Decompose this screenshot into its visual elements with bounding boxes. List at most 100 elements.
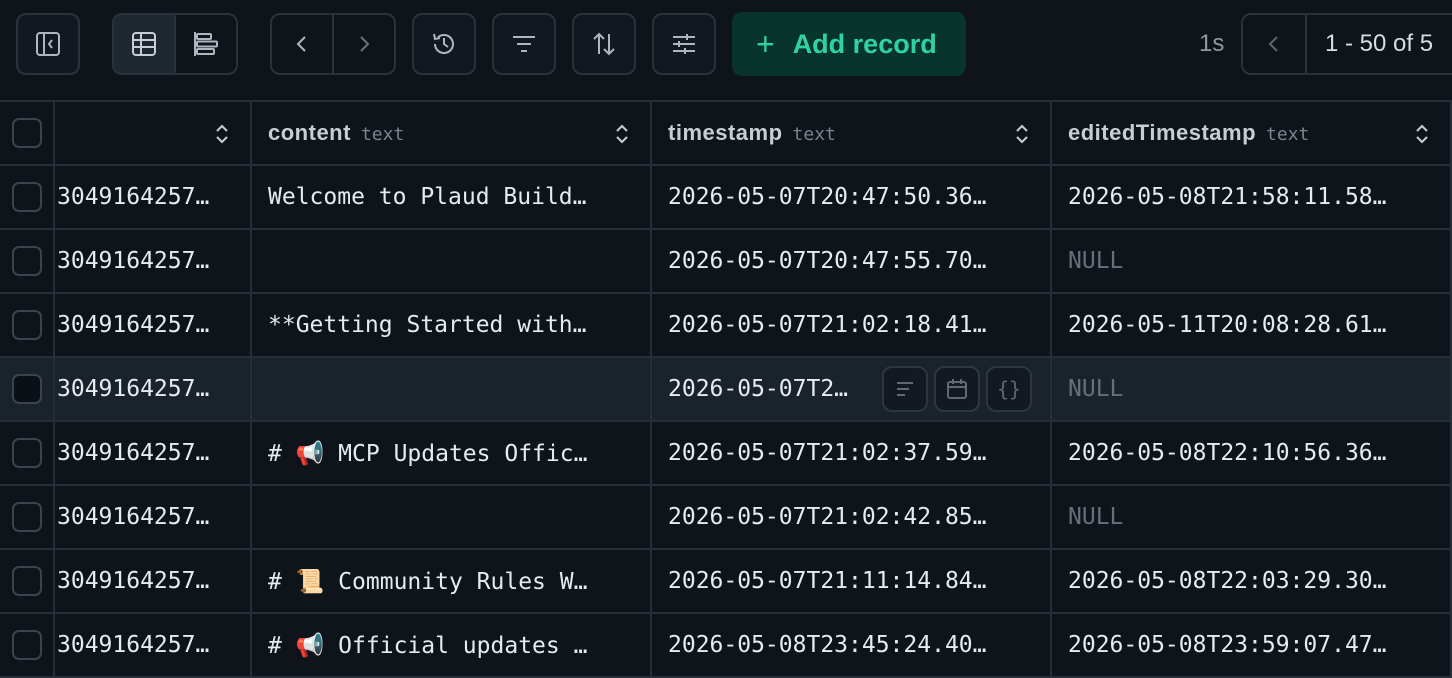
timestamp-cell[interactable]: 2026-05-08T23:45:24.40… (652, 614, 1052, 676)
timestamp-cell[interactable]: 2026-05-07T21:11:14.84… (652, 550, 1052, 612)
id-value: 3049164257… (57, 504, 210, 530)
list-view-button[interactable] (174, 15, 236, 73)
row-checkbox[interactable] (11, 566, 42, 596)
id-cell[interactable]: 3049164257… (55, 486, 252, 548)
edited-timestamp-cell[interactable]: NULL (1052, 230, 1452, 292)
history-nav (270, 13, 396, 75)
row-checkbox[interactable] (11, 502, 42, 532)
edited-timestamp-cell[interactable]: 2026-05-08T22:03:29.30… (1052, 550, 1452, 612)
id-cell[interactable]: 3049164257… (55, 422, 252, 484)
columns-settings-button[interactable] (652, 13, 716, 75)
edited-timestamp-cell[interactable]: 2026-05-08T22:10:56.36… (1052, 422, 1452, 484)
row-checkbox[interactable] (11, 310, 42, 340)
timestamp-cell[interactable]: 2026-05-07T2… {} (652, 358, 1052, 420)
row-select-cell (0, 614, 55, 676)
timestamp-cell[interactable]: 2026-05-07T20:47:50.36… (652, 166, 1052, 228)
timestamp-cell[interactable]: 2026-05-07T21:02:37.59… (652, 422, 1052, 484)
table-row[interactable]: 3049164257… **Getting Started with… 2026… (0, 294, 1452, 358)
timestamp-value: 2026-05-07T21:02:42.85… (668, 504, 987, 530)
forward-button[interactable] (332, 15, 394, 73)
table-row[interactable]: 3049164257… # 📢 MCP Updates Offic… 2026-… (0, 422, 1452, 486)
id-cell[interactable]: 3049164257… (55, 358, 252, 420)
edited-timestamp-cell[interactable]: 2026-05-08T23:59:07.47… (1052, 614, 1452, 676)
timestamp-value: 2026-05-07T21:11:14.84… (668, 568, 987, 594)
timestamp-cell[interactable]: 2026-05-07T21:02:42.85… (652, 486, 1052, 548)
id-cell[interactable]: 3049164257… (55, 550, 252, 612)
row-select-cell (0, 166, 55, 228)
content-cell[interactable] (252, 230, 652, 292)
id-cell[interactable]: 3049164257… (55, 294, 252, 356)
pagination: 1 - 50 of 5 (1241, 13, 1452, 75)
id-value: 3049164257… (57, 312, 210, 338)
column-header-id[interactable] (55, 102, 252, 164)
row-checkbox[interactable] (11, 630, 42, 660)
sliders-icon (673, 34, 695, 54)
id-cell[interactable]: 3049164257… (55, 230, 252, 292)
table-row[interactable]: 3049164257… # 📢 Official updates … 2026-… (0, 614, 1452, 678)
sort-toggle-icon[interactable] (614, 122, 630, 146)
row-checkbox[interactable] (11, 182, 42, 212)
edited-timestamp-cell[interactable]: NULL (1052, 358, 1452, 420)
back-button[interactable] (272, 15, 332, 73)
page-range[interactable]: 1 - 50 of 5 (1307, 15, 1433, 73)
table-row[interactable]: 3049164257… 2026-05-07T20:47:55.70… NULL (0, 230, 1452, 294)
prev-page-button[interactable] (1243, 15, 1307, 73)
column-header-editedTimestamp[interactable]: editedTimestamp text (1052, 102, 1452, 164)
edited-timestamp-cell[interactable]: 2026-05-11T20:08:28.61… (1052, 294, 1452, 356)
edited-timestamp-cell[interactable]: NULL (1052, 486, 1452, 548)
filter-button[interactable] (492, 13, 556, 75)
history-icon (433, 33, 454, 54)
row-select-cell (0, 294, 55, 356)
history-button[interactable] (412, 13, 476, 75)
sort-toggle-icon[interactable] (1014, 122, 1030, 146)
row-checkbox[interactable] (11, 374, 42, 404)
grid-view-button[interactable] (114, 15, 174, 73)
timestamp-cell[interactable]: 2026-05-07T21:02:18.41… (652, 294, 1052, 356)
table-header: content text timestamp text editedTimestam… (0, 100, 1452, 166)
view-toggle (112, 13, 238, 75)
column-type: text (792, 124, 836, 145)
edited-timestamp-value: 2026-05-11T20:08:28.61… (1068, 312, 1387, 338)
edited-timestamp-cell[interactable]: 2026-05-08T21:58:11.58… (1052, 166, 1452, 228)
content-cell[interactable]: **Getting Started with… (252, 294, 652, 356)
table-row[interactable]: 3049164257… # 📜 Community Rules W… 2026-… (0, 550, 1452, 614)
content-cell[interactable]: # 📢 Official updates … (252, 614, 652, 676)
content-cell[interactable]: # 📢 MCP Updates Offic… (252, 422, 652, 484)
table-row-hovered[interactable]: 3049164257… 2026-05-07T2… {} NULL (0, 358, 1452, 422)
id-value: 3049164257… (57, 376, 210, 402)
json-editor-button[interactable]: {} (986, 366, 1032, 412)
row-select-cell (0, 230, 55, 292)
toggle-sidebar-button[interactable] (16, 13, 80, 75)
content-value: **Getting Started with… (268, 312, 587, 338)
content-cell[interactable] (252, 486, 652, 548)
content-cell[interactable]: Welcome to Plaud Build… (252, 166, 652, 228)
table-row[interactable]: 3049164257… Welcome to Plaud Build… 2026… (0, 166, 1452, 230)
id-cell[interactable]: 3049164257… (55, 614, 252, 676)
row-checkbox[interactable] (11, 246, 42, 276)
id-cell[interactable]: 3049164257… (55, 166, 252, 228)
content-cell[interactable] (252, 358, 652, 420)
add-record-label: Add record (792, 28, 937, 59)
select-all-checkbox[interactable] (11, 118, 42, 148)
add-record-button[interactable]: + Add record (732, 12, 966, 76)
edited-timestamp-value: NULL (1068, 248, 1124, 274)
column-name: editedTimestamp (1068, 120, 1257, 145)
timestamp-value: 2026-05-07T20:47:55.70… (668, 248, 987, 274)
timestamp-cell[interactable]: 2026-05-07T20:47:55.70… (652, 230, 1052, 292)
braces-icon: {} (996, 377, 1022, 401)
text-editor-button[interactable] (882, 366, 928, 412)
id-value: 3049164257… (57, 632, 210, 658)
timestamp-value: 2026-05-07T20:47:50.36… (668, 184, 987, 210)
edited-timestamp-value: 2026-05-08T22:03:29.30… (1068, 568, 1387, 594)
date-picker-button[interactable] (934, 366, 980, 412)
column-header-content[interactable]: content text (252, 102, 652, 164)
sort-toggle-icon[interactable] (1414, 122, 1430, 146)
table-row[interactable]: 3049164257… 2026-05-07T21:02:42.85… NULL (0, 486, 1452, 550)
sort-button[interactable] (572, 13, 636, 75)
column-header-timestamp[interactable]: timestamp text (652, 102, 1052, 164)
column-name: content (268, 120, 351, 145)
row-checkbox[interactable] (11, 438, 42, 468)
content-cell[interactable]: # 📜 Community Rules W… (252, 550, 652, 612)
column-type: text (1266, 124, 1310, 145)
sort-toggle-icon[interactable] (214, 122, 230, 146)
